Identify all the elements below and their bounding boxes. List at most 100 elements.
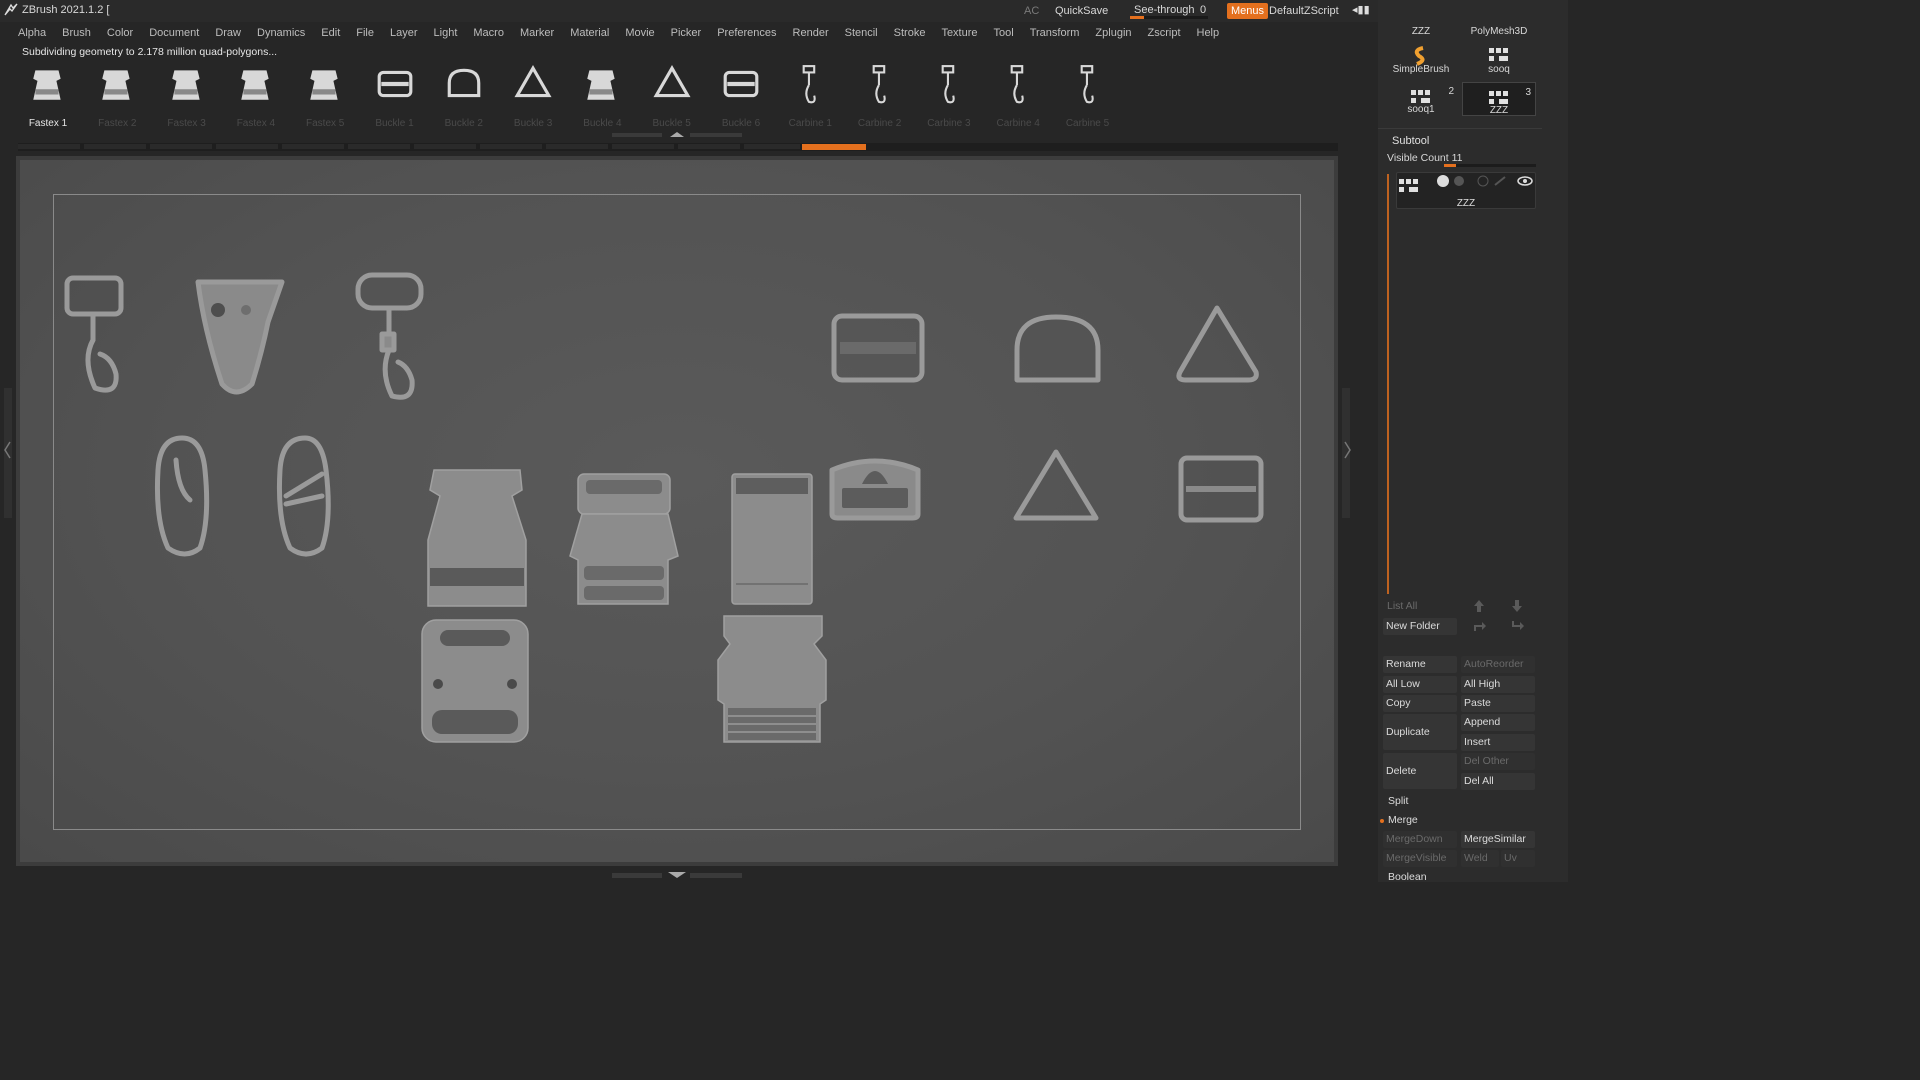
menu-transform[interactable]: Transform	[1030, 27, 1080, 39]
move-down-icon[interactable]	[1510, 599, 1524, 613]
folder-move-down-icon[interactable]	[1510, 619, 1526, 633]
move-up-icon[interactable]	[1472, 599, 1486, 613]
merge-visible-button[interactable]: MergeVisible	[1383, 850, 1457, 867]
shelf-item-buckle-6[interactable]: Buckle 6	[707, 60, 775, 130]
insert-button[interactable]: Insert	[1461, 734, 1535, 751]
menu-draw[interactable]: Draw	[215, 27, 241, 39]
new-folder-button[interactable]: New Folder	[1383, 618, 1457, 635]
quicksave-button[interactable]: QuickSave	[1055, 5, 1108, 17]
shelf-item-fastex-3[interactable]: Fastex 3	[153, 60, 221, 130]
see-through-slider[interactable]: See-through 0	[1130, 2, 1218, 20]
shelf-item-carbine-5[interactable]: Carbine 5	[1054, 60, 1122, 130]
visible-count-slider[interactable]	[1444, 164, 1536, 167]
menu-zscript[interactable]: Zscript	[1148, 27, 1181, 39]
menu-stencil[interactable]: Stencil	[845, 27, 878, 39]
ac-button[interactable]: AC	[1024, 5, 1039, 17]
menu-zplugin[interactable]: Zplugin	[1095, 27, 1131, 39]
menu-preferences[interactable]: Preferences	[717, 27, 776, 39]
del-other-button[interactable]: Del Other	[1461, 753, 1535, 770]
delete-button[interactable]: Delete	[1383, 753, 1457, 789]
merge-similar-button[interactable]: MergeSimilar	[1461, 831, 1535, 848]
menu-light[interactable]: Light	[434, 27, 458, 39]
right-tray-arrow-icon[interactable]	[1343, 440, 1351, 460]
menu-document[interactable]: Document	[149, 27, 199, 39]
side-release-buckle-model-3	[731, 473, 813, 605]
bottom-tray-handle[interactable]	[612, 871, 742, 879]
menu-stroke[interactable]: Stroke	[894, 27, 926, 39]
tool-simplebrush[interactable]: SimpleBrush	[1384, 40, 1458, 76]
merge-down-button[interactable]: MergeDown	[1383, 831, 1457, 848]
shelf-item-buckle-4[interactable]: Buckle 4	[568, 60, 636, 130]
shelf-item-carbine-3[interactable]: Carbine 3	[915, 60, 983, 130]
subtool-visibility-controls[interactable]	[1433, 175, 1533, 189]
menu-layer[interactable]: Layer	[390, 27, 418, 39]
menu-edit[interactable]: Edit	[321, 27, 340, 39]
boolean-section[interactable]: Boolean	[1388, 871, 1427, 883]
subtool-header[interactable]: Subtool	[1392, 135, 1429, 147]
menus-button[interactable]: Menus	[1227, 3, 1269, 19]
menu-help[interactable]: Help	[1197, 27, 1220, 39]
rename-button[interactable]: Rename	[1383, 656, 1457, 673]
tab-active-indicator[interactable]	[802, 144, 866, 150]
shelf-item-fastex-5[interactable]: Fastex 5	[291, 60, 359, 130]
tool-count: 2	[1448, 86, 1454, 97]
merge-section[interactable]: Merge	[1388, 814, 1418, 826]
append-button[interactable]: Append	[1461, 714, 1535, 731]
del-all-button[interactable]: Del All	[1461, 773, 1535, 790]
side-release-buckle-model	[427, 469, 527, 607]
subtool-list[interactable]	[1386, 170, 1538, 598]
menu-picker[interactable]: Picker	[671, 27, 702, 39]
copy-button[interactable]: Copy	[1383, 695, 1457, 712]
tool-zzz[interactable]: ZZZ 3	[1462, 82, 1536, 116]
uv-button[interactable]: Uv	[1501, 850, 1535, 867]
cobra-buckle-model	[421, 619, 529, 743]
shelf-item-fastex-4[interactable]: Fastex 4	[222, 60, 290, 130]
shelf-item-fastex-2[interactable]: Fastex 2	[83, 60, 151, 130]
menu-color[interactable]: Color	[107, 27, 133, 39]
split-section[interactable]: Split	[1388, 795, 1408, 807]
shelf-item-carbine-2[interactable]: Carbine 2	[846, 60, 914, 130]
shelf-scroll-handle[interactable]	[612, 132, 742, 138]
auto-reorder-button[interactable]: AutoReorder	[1461, 656, 1535, 673]
menu-dynamics[interactable]: Dynamics	[257, 27, 305, 39]
see-through-value: 0	[1200, 4, 1207, 16]
all-low-button[interactable]: All Low	[1383, 676, 1457, 693]
merge-expanded-indicator	[1380, 819, 1384, 823]
menu-macro[interactable]: Macro	[473, 27, 504, 39]
default-zscript-button[interactable]: DefaultZScript	[1269, 5, 1339, 17]
tool-sooq1[interactable]: sooq1 2	[1384, 82, 1458, 118]
model-scene[interactable]	[20, 160, 1334, 862]
folder-move-up-icon[interactable]	[1472, 619, 1488, 633]
shelf-item-fastex-1[interactable]: Fastex 1	[14, 60, 82, 130]
shelf-item-buckle-3[interactable]: Buckle 3	[499, 60, 567, 130]
status-message: Subdividing geometry to 2.178 million qu…	[22, 46, 278, 58]
left-tray-arrow-icon[interactable]	[4, 440, 12, 460]
shelf-item-buckle-5[interactable]: Buckle 5	[638, 60, 706, 130]
menu-alpha[interactable]: Alpha	[18, 27, 46, 39]
menu-texture[interactable]: Texture	[941, 27, 977, 39]
shelf-item-buckle-1[interactable]: Buckle 1	[361, 60, 429, 130]
menu-marker[interactable]: Marker	[520, 27, 554, 39]
pentagon-buckle-model	[829, 458, 921, 521]
shelf-item-carbine-4[interactable]: Carbine 4	[984, 60, 1052, 130]
tool-sooq[interactable]: sooq	[1462, 40, 1536, 76]
menu-file[interactable]: File	[356, 27, 374, 39]
shelf-item-buckle-2[interactable]: Buckle 2	[430, 60, 498, 130]
menu-tool[interactable]: Tool	[994, 27, 1014, 39]
visible-count-label: Visible Count 11	[1387, 152, 1463, 164]
all-high-button[interactable]: All High	[1461, 676, 1535, 693]
paste-button[interactable]: Paste	[1461, 695, 1535, 712]
weld-button[interactable]: Weld	[1461, 850, 1499, 867]
layout-prev-icon[interactable]: ◂▮▮	[1352, 3, 1370, 16]
subtool-item-selected[interactable]: ZZZ	[1396, 172, 1536, 209]
carabiner-icon	[1010, 65, 1024, 104]
swivel-hook-model	[355, 272, 424, 400]
shelf-item-carbine-1[interactable]: Carbine 1	[776, 60, 844, 130]
menu-movie[interactable]: Movie	[625, 27, 654, 39]
menu-render[interactable]: Render	[793, 27, 829, 39]
menu-brush[interactable]: Brush	[62, 27, 91, 39]
triangle-ring-icon	[514, 65, 552, 98]
duplicate-button[interactable]: Duplicate	[1383, 714, 1457, 750]
menu-material[interactable]: Material	[570, 27, 609, 39]
list-all-button[interactable]: List All	[1387, 600, 1417, 612]
